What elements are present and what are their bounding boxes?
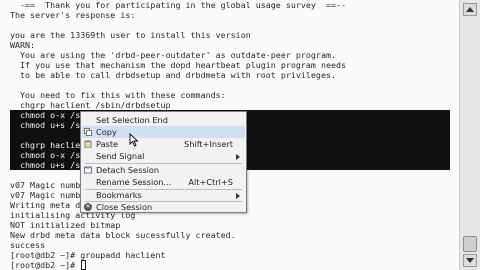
- menu-item-label: Detach Session: [96, 165, 160, 175]
- mouse-pointer-icon: [129, 133, 139, 147]
- menu-item-copy[interactable]: Copy: [82, 126, 245, 138]
- submenu-arrow-icon: [236, 193, 240, 199]
- text-cursor: [81, 260, 86, 270]
- detach-icon: [84, 166, 92, 174]
- menu-item-close-session[interactable]: ✕ Close Session: [82, 201, 245, 213]
- menu-item-label: Rename Session...: [96, 177, 172, 187]
- menu-item-paste[interactable]: Paste Shift+Insert: [82, 138, 245, 150]
- menu-item-label: Bookmarks: [96, 190, 142, 200]
- menu-item-label: Paste: [96, 139, 119, 149]
- menu-item-set-selection-end[interactable]: Set Selection End: [82, 114, 245, 126]
- arrow-down-icon: [466, 258, 474, 263]
- menu-item-label: Set Selection End: [96, 115, 168, 125]
- terminal-prompt-line[interactable]: [root@db2 ~]#: [10, 260, 80, 270]
- vertical-scrollbar[interactable]: [459, 0, 480, 270]
- terminal-line: The server's response is:: [10, 10, 136, 20]
- menu-item-rename-session[interactable]: Rename Session... Alt+Ctrl+S: [82, 176, 245, 188]
- submenu-arrow-icon: [236, 154, 240, 160]
- menu-item-label: Copy: [96, 127, 117, 137]
- paste-icon: [84, 140, 92, 148]
- terminal-line: you are the 13369th user to install this…: [10, 30, 251, 40]
- scroll-up-button[interactable]: [463, 3, 477, 16]
- menu-item-send-signal[interactable]: Send Signal: [82, 150, 245, 162]
- menu-item-shortcut: Alt+Ctrl+S: [188, 177, 233, 187]
- menu-item-shortcut: Shift+Insert: [184, 139, 233, 149]
- scroll-down-button[interactable]: [463, 254, 477, 267]
- menu-item-label: Close Session: [96, 202, 153, 212]
- close-icon: ✕: [84, 203, 92, 211]
- arrow-up-icon: [466, 7, 474, 12]
- menu-item-label: Send Signal: [96, 151, 145, 161]
- copy-icon: [84, 128, 92, 136]
- context-menu: Set Selection End Copy Paste Shift+Inser…: [80, 111, 247, 213]
- menu-item-detach-session[interactable]: Detach Session: [82, 164, 245, 176]
- terminal-line: to be able to call drbdsetup and drbdmet…: [10, 70, 336, 80]
- scroll-thumb[interactable]: [463, 236, 477, 252]
- menu-item-bookmarks[interactable]: Bookmarks: [82, 189, 245, 201]
